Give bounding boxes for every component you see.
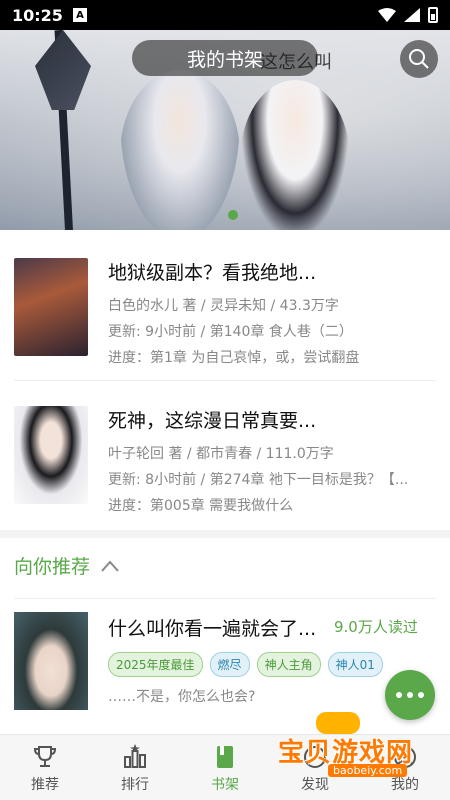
nav-item-recommend[interactable]: 推荐: [0, 735, 90, 800]
more-dot-icon: [418, 692, 424, 698]
notification-a-icon: A: [72, 8, 87, 22]
banner-figure-woman: [240, 80, 350, 230]
bookshelf-icon: [217, 746, 233, 768]
book-progress: 进度：第005章 需要我做什么: [108, 498, 294, 514]
tag-list: 2025年度最佳 燃尽 神人主角 神人01: [108, 652, 383, 677]
bookshelf-item[interactable]: 地狱级副本？看我绝地... 白色的水儿 著 / 灵异未知 / 43.3万字 更新…: [0, 258, 450, 398]
chevron-up-icon[interactable]: [100, 559, 120, 573]
book-update: 更新: 9小时前 / 第140章 食人巷（二）: [108, 324, 353, 340]
section-separator: [0, 530, 450, 538]
book-update: 更新: 8小时前 / 第274章 祂下一目标是我？【...: [108, 472, 409, 488]
nav-label: 排行: [121, 777, 149, 793]
wifi-icon: [378, 8, 396, 22]
book-title: 什么叫你看一遍就会了...: [108, 618, 317, 640]
tag[interactable]: 2025年度最佳: [108, 652, 203, 677]
more-dot-icon: [396, 692, 402, 698]
signal-icon: [404, 8, 420, 22]
book-meta: 白色的水儿 著 / 灵异未知 / 43.3万字: [108, 298, 339, 314]
book-title: 死神，这综漫日常真要...: [108, 410, 317, 432]
search-button[interactable]: [400, 40, 438, 78]
book-snippet: ……不是，你怎么也会?: [108, 689, 256, 705]
divider: [14, 380, 436, 381]
status-icons: [378, 7, 438, 23]
recommend-item[interactable]: 什么叫你看一遍就会了... 9.0万人读过 2025年度最佳 燃尽 神人主角 神…: [0, 612, 450, 722]
recommend-header[interactable]: 向你推荐: [14, 552, 120, 579]
book-title: 地狱级副本？看我绝地...: [108, 262, 317, 284]
bookshelf-item[interactable]: 死神，这综漫日常真要... 叶子轮回 著 / 都市青春 / 111.0万字 更新…: [0, 406, 450, 546]
book-cover: [14, 406, 88, 504]
status-bar: 10:25 A: [0, 0, 450, 30]
book-cover: [14, 258, 88, 356]
trophy-icon: [33, 746, 57, 767]
ranking-icon: [124, 744, 146, 768]
nav-label: 书架: [211, 777, 239, 793]
watermark-url: baobeiy.com: [328, 764, 408, 777]
book-cover: [14, 612, 88, 710]
read-count: 9.0万人读过: [334, 618, 418, 636]
book-meta: 叶子轮回 著 / 都市青春 / 111.0万字: [108, 446, 334, 462]
nav-label: 推荐: [31, 777, 59, 793]
status-time: 10:25: [12, 5, 63, 25]
divider: [14, 598, 436, 599]
tag[interactable]: 燃尽: [209, 652, 250, 677]
tag[interactable]: 神人01: [327, 652, 383, 677]
watermark-logo: 宝贝游戏网 baobeiy.com: [270, 712, 450, 782]
more-dot-icon: [407, 692, 413, 698]
book-progress: 进度：第1章 为自己哀悼，或，尝试翻盘: [108, 350, 360, 366]
banner-indicator-dot: [228, 210, 238, 220]
recommend-title: 向你推荐: [14, 556, 91, 578]
nav-item-bookshelf[interactable]: 书架: [180, 735, 270, 800]
battery-icon: [428, 7, 438, 23]
banner-figure-man: [120, 70, 240, 230]
search-icon: [409, 49, 429, 69]
page-title: 我的书架: [132, 40, 318, 76]
banner[interactable]: 这怎么叫 我的书架: [0, 30, 450, 230]
gamepad-icon: [316, 712, 360, 734]
nav-item-ranking[interactable]: 排行: [90, 735, 180, 800]
tag[interactable]: 神人主角: [256, 652, 321, 677]
